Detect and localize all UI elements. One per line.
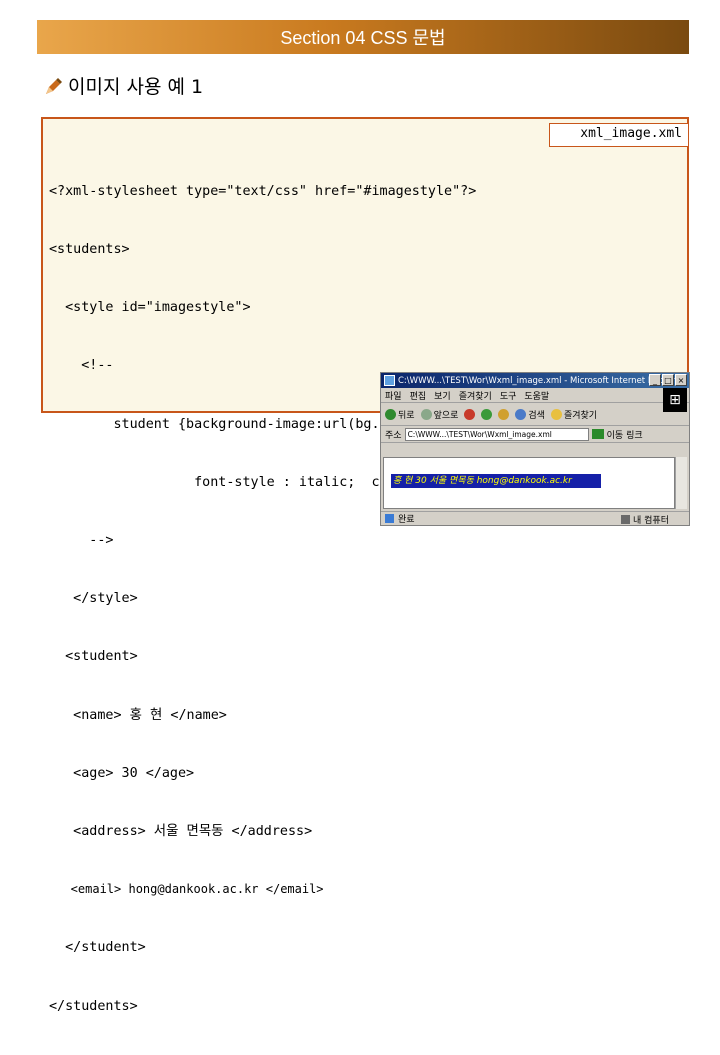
code-line: <students> (49, 242, 130, 258)
code-panel: xml_image.xml <?xml-stylesheet type="tex… (41, 117, 689, 1014)
section-title: Section 04 CSS 문법 (280, 28, 446, 48)
windows-logo-icon: ⊞ (663, 388, 687, 412)
code-block: <?xml-stylesheet type="text/css" href="#… (49, 143, 492, 1055)
go-arrow-icon[interactable] (591, 429, 604, 439)
back-button[interactable]: 뒤로 (385, 408, 415, 421)
menu-help[interactable]: 도움말 (524, 389, 549, 402)
bullet-pencil-icon (46, 77, 62, 94)
menu-view[interactable]: 보기 (434, 389, 451, 402)
slide-title: 이미지 사용 예 1 (68, 76, 204, 98)
slide-heading: 이미지 사용 예 1 (44, 72, 203, 99)
code-line: <style id="imagestyle"> (49, 300, 251, 316)
menu-file[interactable]: 파일 (385, 389, 402, 402)
window-controls: _ □ × (649, 374, 687, 386)
status-bar: 완료 내 컴퓨터 (381, 511, 689, 526)
search-label: 검색 (528, 410, 545, 421)
browser-title: C:\WWW...\TEST\Wor\Wxml_image.xml - Micr… (398, 375, 684, 386)
address-input[interactable]: C:\WWW...\TEST\Wor\Wxml_image.xml (404, 427, 589, 441)
code-line: </style> (49, 591, 138, 607)
favorites-button[interactable]: 즐겨찾기 (550, 408, 598, 421)
code-line: </students> (49, 998, 138, 1014)
computer-icon (621, 515, 631, 524)
back-label: 뒤로 (398, 410, 415, 421)
rendered-student-record: 홍 현 30 서울 면목동 hong@dankook.ac.kr (391, 474, 601, 488)
code-line: <age> 30 </age> (49, 765, 195, 781)
favorites-star-icon (550, 408, 562, 420)
refresh-button[interactable] (481, 408, 493, 420)
refresh-icon (481, 408, 493, 420)
minimize-button[interactable]: _ (649, 374, 661, 386)
menu-bar: 파일 편집 보기 즐겨찾기 도구 도움말 (381, 388, 689, 403)
close-button[interactable]: × (675, 374, 687, 386)
done-page-icon (385, 514, 394, 523)
vertical-scrollbar[interactable] (675, 457, 687, 509)
browser-content: 홍 현 30 서울 면목동 hong@dankook.ac.kr (383, 457, 675, 509)
home-button[interactable] (498, 408, 510, 420)
browser-toolbar: 뒤로 앞으로 검색 즐겨찾기 (381, 403, 689, 426)
forward-button[interactable]: 앞으로 (420, 408, 459, 421)
code-line: <student> (49, 649, 138, 665)
address-bar: 주소 C:\WWW...\TEST\Wor\Wxml_image.xml 이동 … (381, 426, 689, 443)
code-line: --> (49, 533, 114, 549)
browser-titlebar[interactable]: C:\WWW...\TEST\Wor\Wxml_image.xml - Micr… (381, 373, 689, 388)
code-line: <email> hong@dankook.ac.kr </email> (49, 882, 324, 897)
address-label: 주소 (385, 430, 402, 441)
section-header: Section 04 CSS 문법 (37, 20, 689, 54)
code-line: </student> (49, 940, 146, 956)
maximize-button[interactable]: □ (662, 374, 674, 386)
search-icon (515, 408, 527, 420)
code-line: <name> 홍 현 </name> (49, 707, 227, 723)
filename-tab: xml_image.xml (549, 123, 689, 147)
menu-tools[interactable]: 도구 (500, 389, 517, 402)
home-icon (498, 408, 510, 420)
browser-window: C:\WWW...\TEST\Wor\Wxml_image.xml - Micr… (380, 372, 690, 526)
zone-text: 내 컴퓨터 (633, 516, 669, 526)
menu-favorites[interactable]: 즐겨찾기 (459, 389, 492, 402)
status-text: 완료 (398, 515, 415, 525)
go-button[interactable]: 이동 (607, 428, 624, 441)
code-line: <?xml-stylesheet type="text/css" href="#… (49, 183, 477, 199)
forward-arrow-icon (420, 408, 432, 420)
forward-label: 앞으로 (433, 410, 459, 421)
back-arrow-icon (385, 408, 396, 420)
stop-button[interactable] (464, 408, 476, 420)
code-line: <address> 서울 면목동 </address> (49, 824, 313, 840)
links-button[interactable]: 링크 (626, 428, 643, 441)
status-zone: 내 컴퓨터 (621, 513, 669, 526)
favorites-label: 즐겨찾기 (563, 410, 598, 421)
ie-page-icon (384, 375, 395, 386)
search-button[interactable]: 검색 (515, 408, 545, 421)
menu-edit[interactable]: 편집 (410, 389, 427, 402)
stop-icon (464, 408, 476, 420)
